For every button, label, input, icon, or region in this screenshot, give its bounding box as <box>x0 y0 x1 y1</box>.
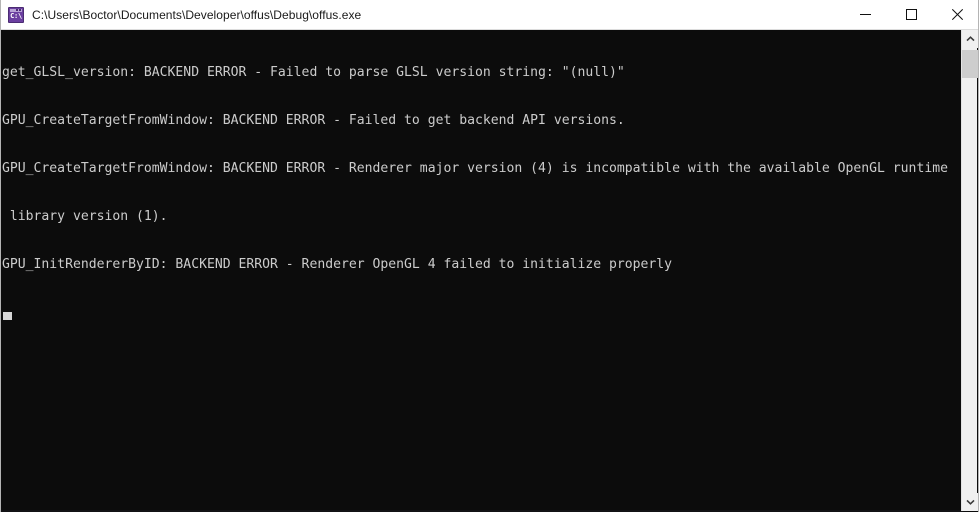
close-icon <box>951 9 963 20</box>
window-controls <box>842 0 978 29</box>
maximize-button[interactable] <box>888 0 934 29</box>
close-button[interactable] <box>934 0 978 29</box>
scroll-down-arrow[interactable] <box>962 493 978 511</box>
command-prompt-icon[interactable]: C:\ <box>8 6 24 23</box>
vertical-scrollbar[interactable] <box>961 30 978 511</box>
console-line: GPU_CreateTargetFromWindow: BACKEND ERRO… <box>2 113 625 128</box>
console-line: GPU_InitRendererByID: BACKEND ERROR - Re… <box>2 257 673 272</box>
maximize-icon <box>905 9 917 20</box>
minimize-button[interactable] <box>842 0 888 29</box>
chevron-down-icon <box>965 499 975 505</box>
console-line: GPU_CreateTargetFromWindow: BACKEND ERRO… <box>2 161 948 176</box>
console-window: C:\ C:\Users\Boctor\Documents\Developer\… <box>0 0 979 512</box>
console-output-area[interactable]: get_GLSL_version: BACKEND ERROR - Failed… <box>1 30 963 512</box>
icon-dot-1 <box>16 8 18 11</box>
text-cursor <box>3 312 12 320</box>
icon-prompt-label: C:\ <box>10 11 22 20</box>
console-line: get_GLSL_version: BACKEND ERROR - Failed… <box>2 65 625 80</box>
scroll-up-arrow[interactable] <box>962 30 978 48</box>
window-title: C:\Users\Boctor\Documents\Developer\offu… <box>32 7 362 22</box>
minimize-icon <box>859 14 871 15</box>
console-cursor-line <box>2 305 963 321</box>
title-bar[interactable]: C:\ C:\Users\Boctor\Documents\Developer\… <box>1 0 978 30</box>
icon-dot-2 <box>19 8 21 11</box>
console-text: get_GLSL_version: BACKEND ERROR - Failed… <box>1 30 963 353</box>
scroll-thumb[interactable] <box>962 50 978 78</box>
chevron-up-icon <box>965 36 975 42</box>
console-line: library version (1). <box>2 209 168 224</box>
